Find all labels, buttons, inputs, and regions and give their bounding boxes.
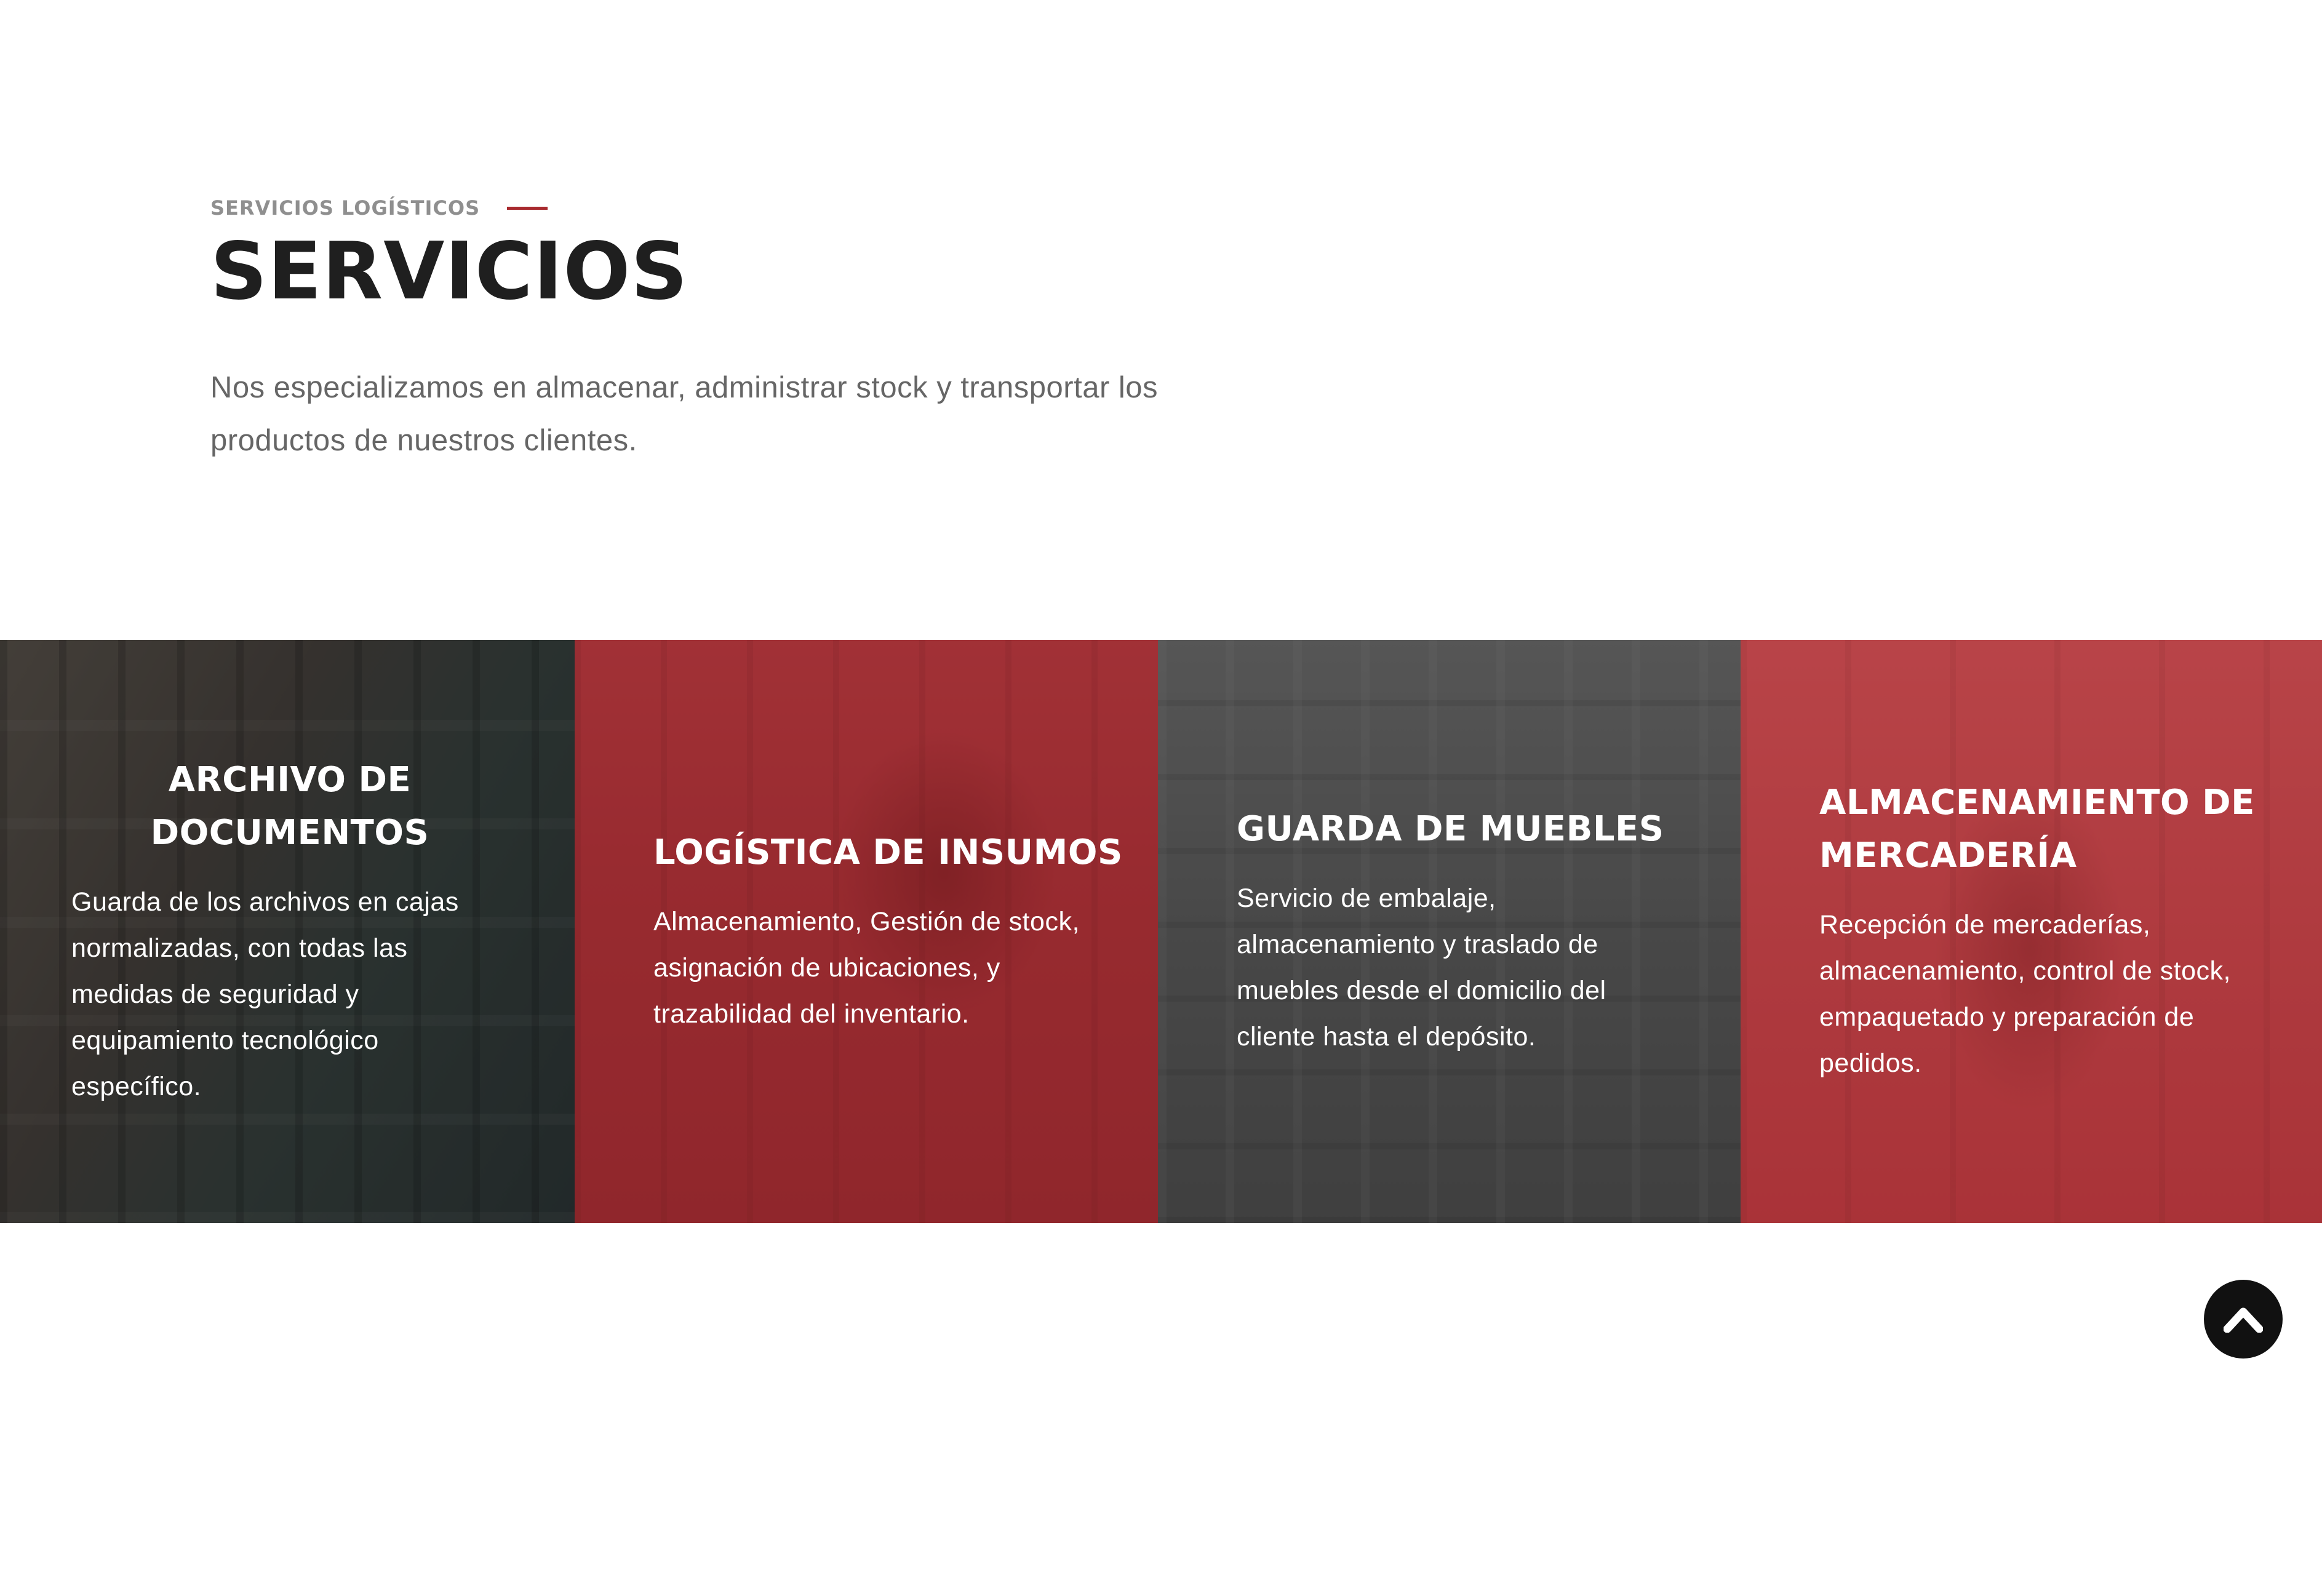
service-card-text: Guarda de los archivos en cajas normaliz…: [71, 887, 459, 1101]
service-card-text: Recepción de mercaderías, almacenamiento…: [1819, 910, 2231, 1078]
service-card-almacenamiento: ALMACENAMIENTO DE MERCADERÍA Recepción d…: [1741, 640, 2322, 1223]
card-content: GUARDA DE MUEBLES Servicio de embalaje, …: [1158, 803, 1712, 1060]
eyebrow-accent-line: [507, 206, 548, 210]
services-intro: SERVICIOS LOGÍSTICOS SERVICIOS Nos espec…: [210, 194, 1256, 467]
intro-description: Nos especializamos en almacenar, adminis…: [210, 371, 1159, 457]
service-card-logistica: LOGÍSTICA DE INSUMOS Almacenamiento, Ges…: [575, 640, 1158, 1223]
page: SERVICIOS LOGÍSTICOS SERVICIOS Nos espec…: [0, 0, 2322, 1596]
service-card-title: GUARDA DE MUEBLES: [1237, 809, 1664, 849]
page-title: SERVICIOS: [210, 226, 688, 317]
service-card-text: Servicio de embalaje, almacenamiento y t…: [1237, 884, 1606, 1051]
card-content: ARCHIVO DE DOCUMENTOS Guarda de los arch…: [0, 754, 505, 1110]
service-card-archivo: ARCHIVO DE DOCUMENTOS Guarda de los arch…: [0, 640, 575, 1223]
card-content: ALMACENAMIENTO DE MERCADERÍA Recepción d…: [1741, 776, 2294, 1087]
service-card-title: ALMACENAMIENTO DE MERCADERÍA: [1819, 783, 2255, 876]
service-card-text: Almacenamiento, Gestión de stock, asigna…: [653, 906, 1080, 1029]
eyebrow-row: SERVICIOS LOGÍSTICOS: [210, 194, 1256, 222]
service-card-title: LOGÍSTICA DE INSUMOS: [653, 832, 1123, 872]
card-content: LOGÍSTICA DE INSUMOS Almacenamiento, Ges…: [575, 826, 1128, 1037]
chevron-up-icon: [2224, 1307, 2263, 1333]
service-card-title: ARCHIVO DE DOCUMENTOS: [150, 759, 429, 853]
eyebrow-label: SERVICIOS LOGÍSTICOS: [210, 196, 481, 220]
services-grid: ARCHIVO DE DOCUMENTOS Guarda de los arch…: [0, 640, 2322, 1223]
service-card-guarda-muebles: GUARDA DE MUEBLES Servicio de embalaje, …: [1158, 640, 1741, 1223]
scroll-to-top-button[interactable]: [2204, 1280, 2283, 1359]
